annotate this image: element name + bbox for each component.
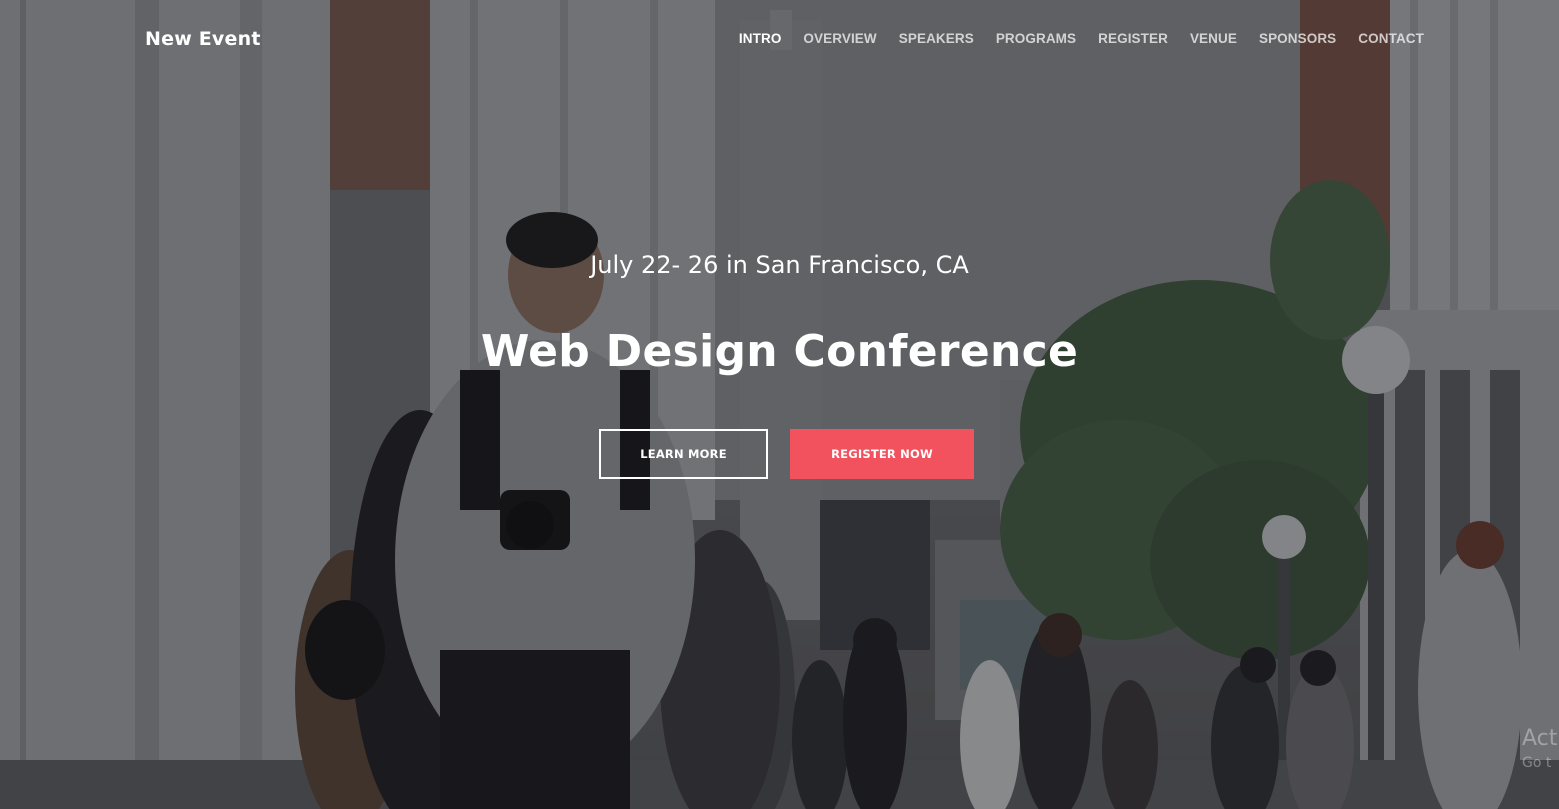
nav-item-speakers[interactable]: SPEAKERS [899,31,974,52]
watermark-line-1: Act [1522,726,1558,751]
hero-section [0,0,1559,809]
register-now-button[interactable]: REGISTER NOW [790,429,974,479]
nav-item-intro[interactable]: INTRO [739,31,782,52]
nav-item-overview[interactable]: OVERVIEW [803,31,876,52]
hero-dark-overlay [0,0,1559,809]
nav-item-venue[interactable]: VENUE [1190,31,1237,52]
nav-item-register[interactable]: REGISTER [1098,31,1168,52]
nav-item-programs[interactable]: PROGRAMS [996,31,1076,52]
activation-watermark: Act Go t [1522,726,1558,771]
hero-subtitle: July 22- 26 in San Francisco, CA [590,251,969,279]
brand-logo[interactable]: New Event [145,28,261,50]
nav-item-contact[interactable]: CONTACT [1358,31,1424,52]
learn-more-button[interactable]: LEARN MORE [599,429,768,479]
nav-item-sponsors[interactable]: SPONSORS [1259,31,1336,52]
hero-title: Web Design Conference [480,326,1079,377]
watermark-line-2: Go t [1522,755,1552,771]
main-nav: INTRO OVERVIEW SPEAKERS PROGRAMS REGISTE… [739,31,1424,52]
